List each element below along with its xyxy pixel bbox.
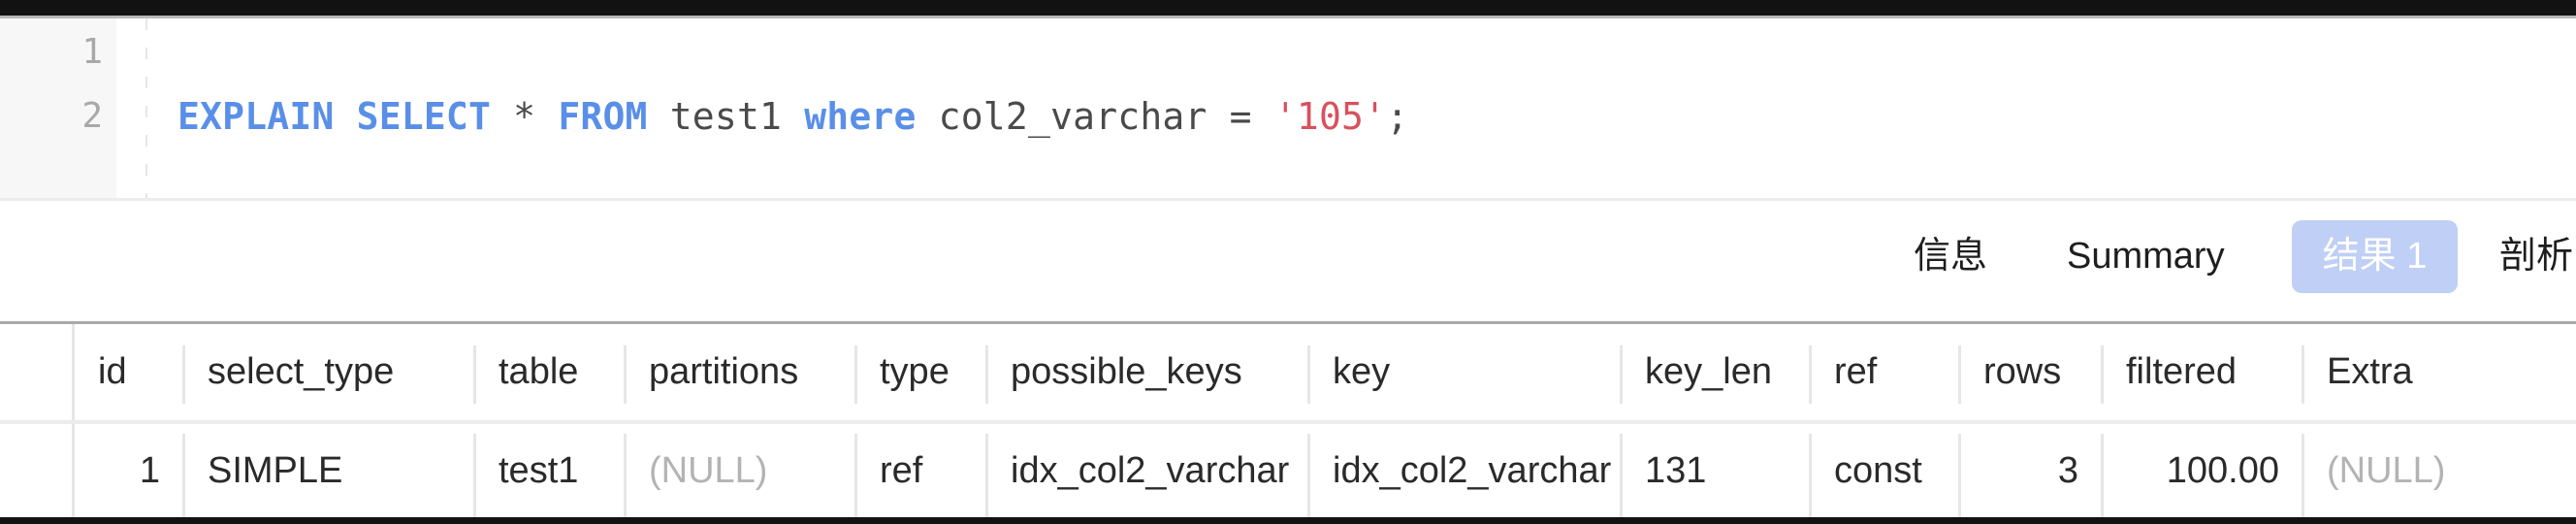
cell-key[interactable]: idx_col2_varchar [1309,424,1619,517]
column-header-select-type[interactable]: select_type [184,324,475,420]
column-resize-handle[interactable] [1809,345,1812,404]
column-resize-handle[interactable] [1958,345,1961,404]
cell-extra[interactable]: (NULL) [2303,424,2573,517]
column-resize-handle[interactable] [854,345,857,404]
column-header-possible-keys[interactable]: possible_keys [987,324,1309,420]
column-resize-handle[interactable] [624,345,627,404]
column-header-table[interactable]: table [475,324,626,420]
sql-keyword: where [804,95,917,138]
column-resize-handle[interactable] [1307,345,1310,404]
column-header-type[interactable]: type [856,324,987,420]
table-row[interactable]: 1 SIMPLE test1 (NULL) ref idx_col2_varchar idx… [75,424,2576,517]
sql-keyword: FROM [558,95,648,138]
cell-key-len[interactable]: 131 [1622,424,1808,517]
line-number: 2 [81,96,103,136]
sql-column-expr: col2_varchar = [916,95,1274,138]
tab-info[interactable]: 信息 [1914,220,1987,293]
grid-header-row: id select_type table partitions type possible… [75,324,2576,420]
tab-profile[interactable]: 剖析 [2499,220,2573,293]
sql-editor[interactable]: 1 2 EXPLAIN SELECT * FROM test1 where co… [0,18,2576,198]
cell-id[interactable]: 1 [75,424,181,517]
window-bottom-bar [0,517,2576,524]
cell-filtered[interactable]: 100.00 [2103,424,2301,517]
cell-ref[interactable]: const [1811,424,1957,517]
column-header-id[interactable]: id [75,324,184,420]
result-tabs-bar: 信息 Summary 结果 1 剖析 [0,201,2576,323]
sql-terminator: ; [1386,95,1409,138]
cell-partitions[interactable]: (NULL) [626,424,853,517]
column-header-key-len[interactable]: key_len [1622,324,1811,420]
column-header-rows[interactable]: rows [1960,324,2103,420]
column-header-filtered[interactable]: filtered [2103,324,2303,420]
indent-guide [145,18,147,198]
column-resize-handle[interactable] [2302,345,2304,404]
column-resize-handle[interactable] [985,345,988,404]
column-resize-handle[interactable] [1620,345,1623,404]
column-resize-handle[interactable] [182,345,185,404]
window-top-bar [0,0,2576,16]
cell-table[interactable]: test1 [475,424,623,517]
sql-table-name: test1 [647,95,805,138]
column-header-partitions[interactable]: partitions [626,324,856,420]
column-header-ref[interactable]: ref [1811,324,1960,420]
cell-select-type[interactable]: SIMPLE [184,424,472,517]
column-header-key[interactable]: key [1309,324,1622,420]
column-resize-handle[interactable] [473,345,476,404]
result-grid: id select_type table partitions type possible… [0,324,2576,517]
sql-keyword: SELECT [356,95,492,138]
cell-rows[interactable]: 3 [1960,424,2100,517]
line-number: 1 [81,32,103,72]
tab-result-1[interactable]: 结果 1 [2292,220,2458,293]
sql-operator: * [491,95,559,138]
code-line-2[interactable]: EXPLAIN SELECT * FROM test1 where col2_v… [177,95,1408,138]
sql-string-literal: '105' [1273,95,1387,138]
cell-type[interactable]: ref [856,424,984,517]
tab-summary[interactable]: Summary [2067,220,2225,293]
sql-keyword: EXPLAIN [177,95,335,138]
column-header-extra[interactable]: Extra [2303,324,2576,420]
line-number-gutter: 1 2 [0,18,116,198]
cell-possible-keys[interactable]: idx_col2_varchar [987,424,1306,517]
column-resize-handle[interactable] [2101,345,2104,404]
